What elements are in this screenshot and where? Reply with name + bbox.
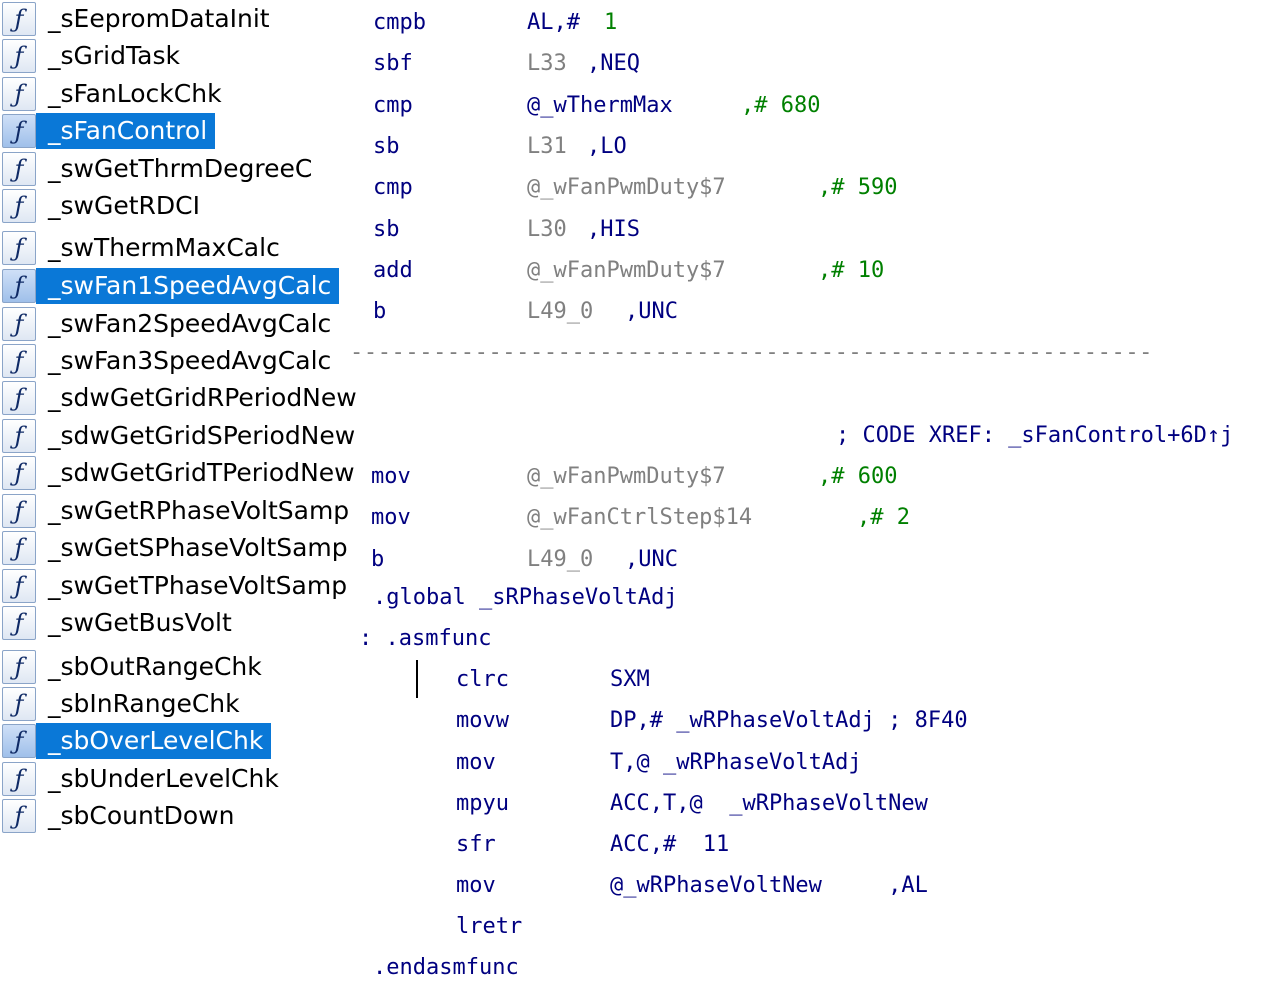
asm-mnemonic[interactable]: b [371,546,384,574]
asm-operand[interactable]: ACC,# 11 [610,831,729,859]
asm-operand[interactable]: ,# 10 [818,257,884,285]
asm-operand[interactable]: ,UNC [625,298,678,326]
asm-mnemonic[interactable]: sb [373,216,400,244]
asm-operand[interactable]: L30 [527,216,567,244]
asm-operand[interactable]: @_wFanPwmDuty$7 [527,174,726,202]
asm-mnemonic[interactable]: mov [371,463,411,491]
asm-mnemonic[interactable]: mpyu [456,790,509,818]
asm-operand[interactable]: ,LO [587,133,627,161]
asm-mnemonic[interactable]: sb [373,133,400,161]
asm-operand[interactable]: @_wThermMax [527,92,673,120]
global-directive[interactable]: .global _sRPhaseVoltAdj [373,584,678,612]
asm-mnemonic[interactable]: sbf [373,50,413,78]
asmfunc-directive[interactable]: : .asmfunc [359,625,491,653]
asm-mnemonic[interactable]: cmp [373,92,413,120]
asm-operand[interactable]: L49_0 [527,298,593,326]
asm-mnemonic[interactable]: sfr [456,831,496,859]
asm-operand[interactable]: ,# 680 [741,92,820,120]
asm-operand[interactable]: DP,# _wRPhaseVoltAdj ; 8F40 [610,707,968,735]
asm-operand[interactable]: ,# 2 [857,504,910,532]
asm-operand[interactable]: AL,# [527,9,580,37]
function-separator: ----------------------------------------… [350,340,1154,365]
asm-operand[interactable]: @_wFanPwmDuty$7 [527,257,726,285]
asm-operand[interactable]: ACC,T,@ _wRPhaseVoltNew [610,790,928,818]
asm-operand[interactable]: ,NEQ [587,50,640,78]
text-cursor [416,660,418,698]
asm-operand[interactable]: ,# 590 [818,174,897,202]
asm-mnemonic[interactable]: b [373,298,386,326]
asm-mnemonic[interactable]: mov [456,872,496,900]
asm-operand[interactable]: ,UNC [625,546,678,574]
asm-mnemonic[interactable]: clrc [456,666,509,694]
asm-mnemonic[interactable]: add [373,257,413,285]
asm-operand[interactable]: ,HIS [587,216,640,244]
asm-operand[interactable]: L31 [527,133,567,161]
disassembly-view: cmpb AL,# 1 sbf L33 ,NEQ cmp @_wThermMax… [0,0,1284,1000]
asm-mnemonic[interactable]: lretr [456,913,522,941]
asm-operand[interactable]: @_wRPhaseVoltNew ,AL [610,872,928,900]
asm-mnemonic[interactable]: mov [371,504,411,532]
asm-operand[interactable]: L33 [527,50,567,78]
asm-mnemonic[interactable]: cmpb [373,9,426,37]
asm-operand[interactable]: L49_0 [527,546,593,574]
code-xref-comment[interactable]: ; CODE XREF: _sFanControl+6D↑j [836,422,1233,450]
asm-operand[interactable]: SXM [610,666,650,694]
asm-operand[interactable]: T,@ _wRPhaseVoltAdj [610,749,862,777]
asm-operand[interactable]: 1 [604,9,617,37]
asm-operand[interactable]: ,# 600 [818,463,897,491]
asm-operand[interactable]: @_wFanCtrlStep$14 [527,504,752,532]
asm-mnemonic[interactable]: movw [456,707,509,735]
asm-mnemonic[interactable]: mov [456,749,496,777]
asm-operand[interactable]: @_wFanPwmDuty$7 [527,463,726,491]
asm-mnemonic[interactable]: cmp [373,174,413,202]
endasmfunc-directive[interactable]: .endasmfunc [373,954,519,982]
